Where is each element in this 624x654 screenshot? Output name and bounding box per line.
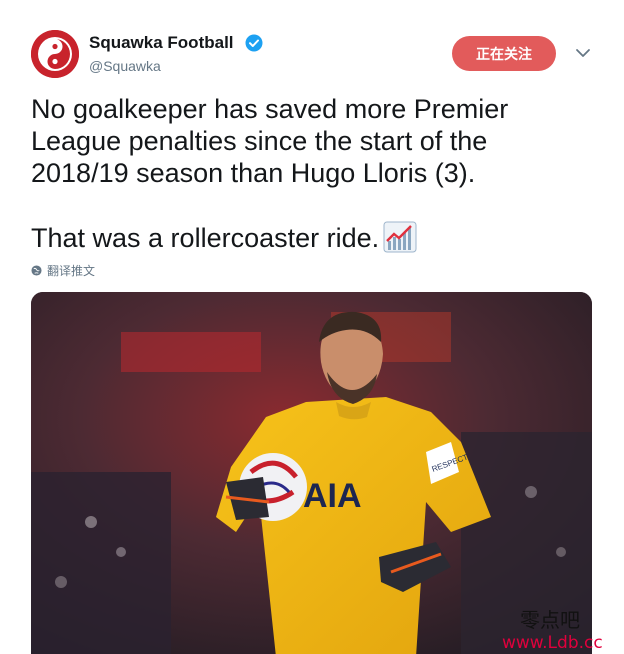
watermark-title: 零点吧: [520, 608, 580, 632]
tweet-text: No goalkeeper has saved more Premier Lea…: [31, 93, 591, 260]
watermark-url: www.Ldb.cc: [502, 633, 603, 653]
photo-image: RESPECT AIA: [31, 292, 592, 654]
squawka-logo-icon: [31, 30, 79, 78]
chevron-down-icon[interactable]: [575, 47, 591, 59]
avatar[interactable]: [31, 30, 79, 78]
translate-tweet-link[interactable]: 翻译推文: [31, 262, 95, 279]
globe-icon: [31, 265, 42, 276]
account-handle[interactable]: @Squawka: [89, 58, 161, 74]
chart-increasing-emoji: [383, 221, 417, 260]
translate-label: 翻译推文: [47, 264, 96, 278]
tweet-body: No goalkeeper has saved more Premier Lea…: [31, 94, 509, 253]
following-button[interactable]: 正在关注: [452, 36, 556, 71]
shirt-sponsor-text: AIA: [303, 477, 362, 515]
account-name[interactable]: Squawka Football: [89, 33, 234, 53]
tweet-photo[interactable]: RESPECT AIA: [31, 292, 592, 654]
verified-badge-icon: [245, 34, 263, 52]
